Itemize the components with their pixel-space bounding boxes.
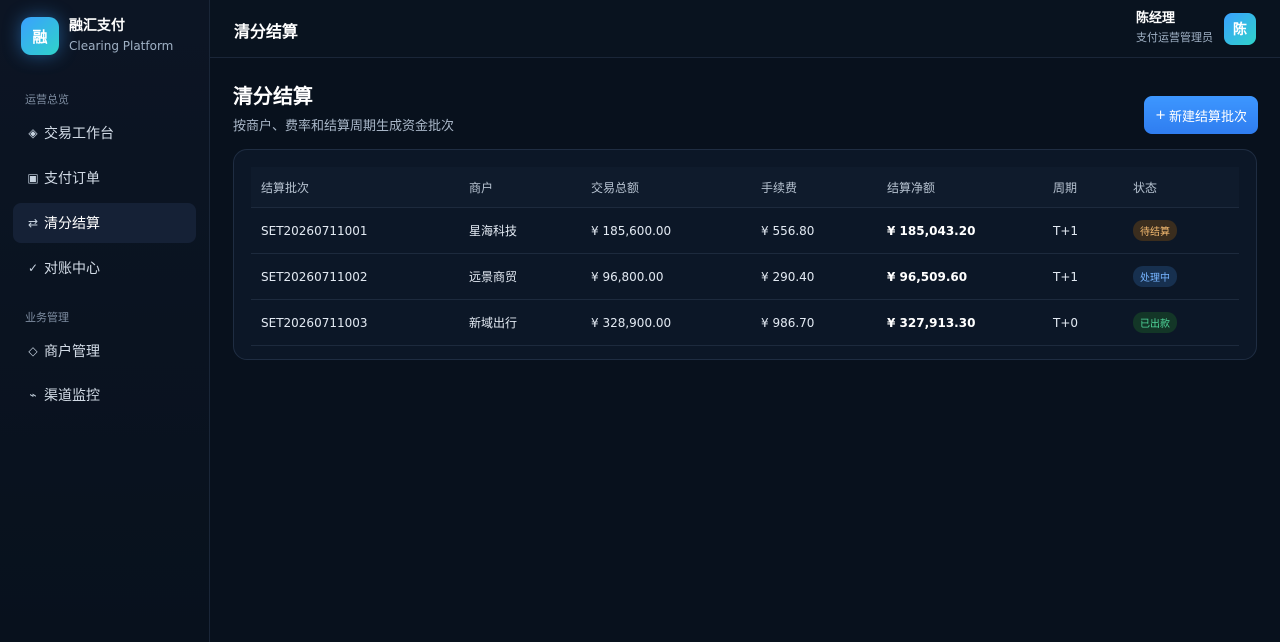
sidebar-item-channel-monitor[interactable]: ⌁ 渠道监控 (13, 375, 196, 415)
table-header: 结算批次 商户 交易总额 手续费 结算净额 周期 状态 (251, 167, 1239, 208)
brand-name: 融汇支付 (69, 18, 125, 34)
column-header-net[interactable]: 结算净额 (877, 167, 1043, 208)
sidebar-item-label: 清分结算 (44, 216, 100, 232)
column-header-batch[interactable]: 结算批次 (251, 167, 459, 208)
page-header: 清分结算 按商户、费率和结算周期生成资金批次 (233, 82, 454, 134)
status-badge: 待结算 (1133, 220, 1177, 241)
cell-merchant: 新域出行 (459, 299, 581, 346)
column-header-merchant[interactable]: 商户 (459, 167, 581, 208)
cell-cycle: T+1 (1043, 207, 1123, 254)
nav-group-overview: 运营总览 (25, 93, 69, 106)
diamond-icon: ◇ (28, 344, 38, 358)
user-text: 陈经理 支付运营管理员 (1136, 11, 1213, 46)
cell-merchant: 远景商贸 (459, 253, 581, 300)
brand[interactable]: 融 融汇支付 Clearing Platform (21, 17, 173, 55)
table-row[interactable]: SET20260711002 远景商贸 ¥ 96,800.00 ¥ 290.40… (251, 253, 1239, 300)
diamond-dot-icon: ◈ (28, 126, 38, 140)
settlement-table-card: 结算批次 商户 交易总额 手续费 结算净额 周期 状态 SET202607110… (233, 149, 1257, 360)
check-icon: ✓ (27, 261, 39, 275)
cell-net: ¥ 327,913.30 (877, 299, 1043, 346)
sidebar-item-label: 支付订单 (44, 171, 100, 187)
cell-cycle: T+1 (1043, 253, 1123, 300)
cell-status: 已出款 (1123, 299, 1239, 346)
cell-total: ¥ 96,800.00 (581, 253, 751, 300)
column-header-cycle[interactable]: 周期 (1043, 167, 1123, 208)
cell-status: 处理中 (1123, 253, 1239, 300)
cell-total: ¥ 328,900.00 (581, 299, 751, 346)
sidebar-item-merchants[interactable]: ◇ 商户管理 (13, 331, 196, 371)
brand-text: 融汇支付 Clearing Platform (69, 17, 173, 55)
column-header-status[interactable]: 状态 (1123, 167, 1239, 208)
sidebar-item-payment-orders[interactable]: ▣ 支付订单 (13, 158, 196, 198)
cell-batch: SET20260711002 (251, 253, 459, 300)
column-header-total[interactable]: 交易总额 (581, 167, 751, 208)
page-description: 按商户、费率和结算周期生成资金批次 (233, 119, 455, 134)
cell-net: ¥ 96,509.60 (877, 253, 1043, 300)
sidebar-item-reconciliation[interactable]: ✓ 对账中心 (13, 248, 196, 288)
cell-net: ¥ 185,043.20 (877, 207, 1043, 254)
sidebar-item-clearing-settlement[interactable]: ⇄ 清分结算 (13, 203, 196, 243)
topbar-title: 清分结算 (234, 22, 299, 41)
cell-fee: ¥ 986.70 (751, 299, 877, 346)
plus-icon: + (1155, 107, 1166, 123)
status-badge: 已出款 (1133, 312, 1177, 333)
cell-total: ¥ 185,600.00 (581, 207, 751, 254)
user-role: 支付运营管理员 (1136, 31, 1213, 44)
app-root: 融 融汇支付 Clearing Platform 运营总览 ◈ 交易工作台 ▣ … (0, 0, 1280, 642)
main-content: 清分结算 陈经理 支付运营管理员 陈 清分结算 按商户、费率和结算周期生成资金批… (210, 0, 1280, 642)
cell-fee: ¥ 556.80 (751, 207, 877, 254)
sidebar-item-trade-workbench[interactable]: ◈ 交易工作台 (13, 113, 196, 153)
table-row[interactable]: SET20260711001 星海科技 ¥ 185,600.00 ¥ 556.8… (251, 207, 1239, 254)
table-body: SET20260711001 星海科技 ¥ 185,600.00 ¥ 556.8… (251, 207, 1239, 346)
settlement-table: 结算批次 商户 交易总额 手续费 结算净额 周期 状态 SET202607110… (251, 167, 1239, 346)
status-badge: 处理中 (1133, 266, 1177, 287)
button-label: 新建结算批次 (1168, 109, 1247, 125)
square-icon: ▣ (27, 171, 39, 185)
sidebar-item-label: 商户管理 (44, 344, 100, 360)
sidebar-item-label: 渠道监控 (44, 388, 100, 404)
brand-subtitle: Clearing Platform (69, 39, 174, 53)
cell-cycle: T+0 (1043, 299, 1123, 346)
cell-batch: SET20260711001 (251, 207, 459, 254)
avatar[interactable]: 陈 (1224, 12, 1256, 45)
nav-group-business: 业务管理 (25, 311, 69, 324)
page-title: 清分结算 (233, 84, 313, 108)
user-name: 陈经理 (1136, 11, 1176, 26)
cell-merchant: 星海科技 (459, 207, 581, 254)
new-settlement-batch-button[interactable]: + 新建结算批次 (1144, 96, 1258, 134)
topbar: 清分结算 陈经理 支付运营管理员 陈 (210, 0, 1280, 58)
user-menu[interactable]: 陈经理 支付运营管理员 陈 (1136, 11, 1256, 46)
swap-icon: ⇄ (27, 216, 39, 230)
table-row[interactable]: SET20260711003 新域出行 ¥ 328,900.00 ¥ 986.7… (251, 299, 1239, 346)
cell-status: 待结算 (1123, 207, 1239, 254)
brand-logo: 融 (21, 17, 59, 55)
column-header-fee[interactable]: 手续费 (751, 167, 877, 208)
signal-icon: ⌁ (29, 388, 37, 402)
table-header-row: 结算批次 商户 交易总额 手续费 结算净额 周期 状态 (251, 167, 1239, 208)
sidebar-item-label: 对账中心 (44, 261, 100, 277)
cell-fee: ¥ 290.40 (751, 253, 877, 300)
sidebar: 融 融汇支付 Clearing Platform 运营总览 ◈ 交易工作台 ▣ … (0, 0, 210, 642)
cell-batch: SET20260711003 (251, 299, 459, 346)
sidebar-item-label: 交易工作台 (44, 126, 114, 142)
